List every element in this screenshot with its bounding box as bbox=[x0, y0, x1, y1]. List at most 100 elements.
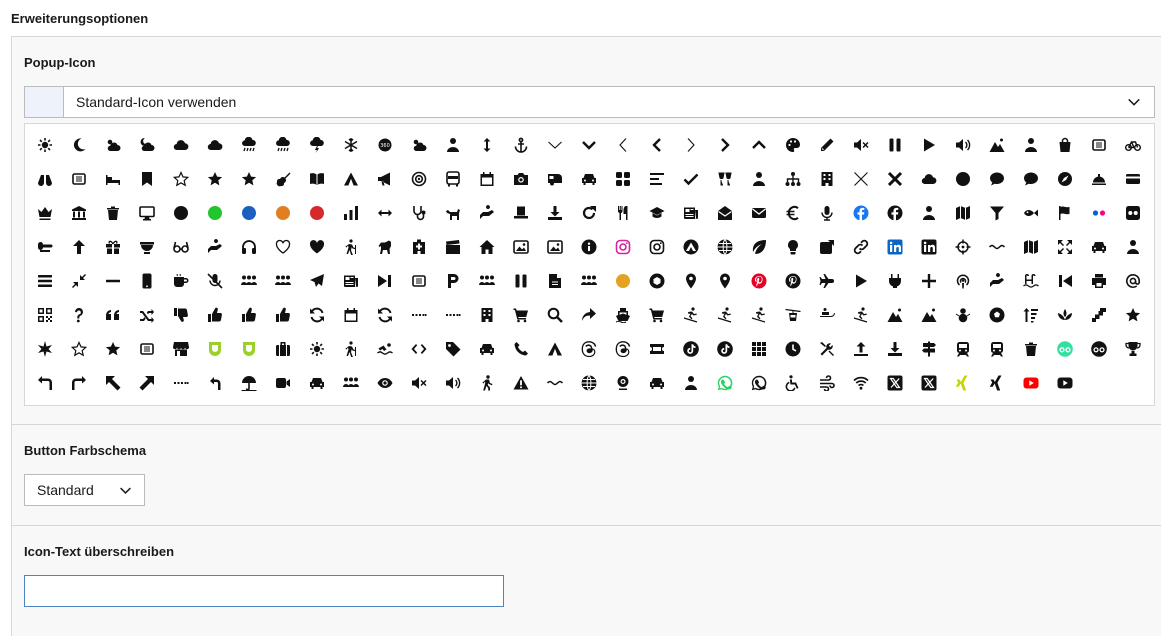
icon-option-stairs[interactable] bbox=[1082, 298, 1116, 332]
icon-option-wheelchair[interactable] bbox=[776, 366, 810, 400]
icon-option-envelope[interactable] bbox=[742, 196, 776, 230]
icon-option-thumbs-up-outline[interactable] bbox=[198, 298, 232, 332]
icon-option-swimmer[interactable] bbox=[368, 332, 402, 366]
icon-option-location-pin[interactable] bbox=[674, 264, 708, 298]
icon-option-snowman[interactable] bbox=[946, 298, 980, 332]
icon-option-qr-code[interactable] bbox=[28, 298, 62, 332]
icon-option-heart-outline[interactable] bbox=[266, 230, 300, 264]
icon-option-newspaper[interactable] bbox=[674, 196, 708, 230]
icon-option-gift[interactable] bbox=[96, 230, 130, 264]
icon-option-mountain-peak[interactable] bbox=[912, 298, 946, 332]
icon-option-arrow-up-left[interactable] bbox=[96, 366, 130, 400]
icon-option-target[interactable] bbox=[402, 162, 436, 196]
icon-option-sled[interactable] bbox=[810, 298, 844, 332]
icon-option-aperture[interactable] bbox=[640, 264, 674, 298]
icon-option-expand[interactable] bbox=[1048, 230, 1082, 264]
icon-option-arrow-up[interactable] bbox=[62, 230, 96, 264]
icon-option-linkedin[interactable] bbox=[912, 230, 946, 264]
icon-option-cloud-sun[interactable] bbox=[198, 128, 232, 162]
icon-option-xing[interactable] bbox=[980, 366, 1014, 400]
icon-option-partly-cloudy-day[interactable] bbox=[96, 128, 130, 162]
icon-option-pencil[interactable] bbox=[810, 128, 844, 162]
icon-option-wind[interactable] bbox=[810, 366, 844, 400]
icon-option-people-group-solid[interactable] bbox=[266, 264, 300, 298]
icon-option-filter[interactable] bbox=[980, 196, 1014, 230]
icon-option-campground[interactable] bbox=[334, 162, 368, 196]
icon-option-star-solid-2[interactable] bbox=[96, 332, 130, 366]
icon-option-camera[interactable] bbox=[504, 162, 538, 196]
icon-option-people-group[interactable] bbox=[232, 264, 266, 298]
icon-option-moon[interactable] bbox=[62, 128, 96, 162]
icon-option-car-side[interactable] bbox=[1082, 230, 1116, 264]
icon-option-shopping-cart-solid[interactable] bbox=[640, 298, 674, 332]
button-color-scheme-select[interactable]: Standard bbox=[24, 474, 145, 506]
icon-option-comments[interactable] bbox=[1014, 162, 1048, 196]
icon-option-shopping-bag[interactable] bbox=[1048, 128, 1082, 162]
icon-option-arrows-left-right[interactable] bbox=[368, 196, 402, 230]
icon-option-bus[interactable] bbox=[436, 162, 470, 196]
icon-option-pool[interactable] bbox=[1014, 264, 1048, 298]
icon-option-crown[interactable] bbox=[28, 196, 62, 230]
icon-option-menu[interactable] bbox=[28, 264, 62, 298]
icon-option-threads[interactable] bbox=[572, 332, 606, 366]
icon-option-warning[interactable] bbox=[504, 366, 538, 400]
icon-option-star-outline-2[interactable] bbox=[62, 332, 96, 366]
icon-option-glasses[interactable] bbox=[164, 230, 198, 264]
icon-option-youtube-color[interactable] bbox=[1014, 366, 1048, 400]
icon-option-tools[interactable] bbox=[810, 332, 844, 366]
icon-option-align-left[interactable] bbox=[640, 162, 674, 196]
icon-option-badge-green-2[interactable] bbox=[232, 332, 266, 366]
icon-option-car-rental[interactable] bbox=[300, 366, 334, 400]
icon-option-volume-mute[interactable] bbox=[844, 128, 878, 162]
icon-option-globe[interactable] bbox=[572, 366, 606, 400]
icon-option-star[interactable] bbox=[198, 162, 232, 196]
icon-option-grid-3x3[interactable] bbox=[742, 332, 776, 366]
icon-option-headphones[interactable] bbox=[232, 230, 266, 264]
icon-option-caravan[interactable] bbox=[538, 162, 572, 196]
icon-option-home[interactable] bbox=[470, 230, 504, 264]
icon-option-flickr[interactable] bbox=[1116, 196, 1150, 230]
icon-option-dot-green[interactable] bbox=[198, 196, 232, 230]
icon-option-tram[interactable] bbox=[980, 332, 1014, 366]
icon-option-snowflake[interactable] bbox=[334, 128, 368, 162]
icon-option-external-link[interactable] bbox=[810, 230, 844, 264]
icon-option-threads-2[interactable] bbox=[606, 332, 640, 366]
icon-option-leaf[interactable] bbox=[742, 230, 776, 264]
icon-option-utensils[interactable] bbox=[606, 196, 640, 230]
icon-option-crosshair[interactable] bbox=[946, 230, 980, 264]
icon-option-printer[interactable] bbox=[1082, 264, 1116, 298]
icon-option-dot-blue[interactable] bbox=[232, 196, 266, 230]
icon-option-thumbs-up-double[interactable] bbox=[232, 298, 266, 332]
icon-option-star-small[interactable] bbox=[1116, 298, 1150, 332]
icon-option-dots-line-2[interactable] bbox=[436, 298, 470, 332]
icon-option-top-hat[interactable] bbox=[504, 196, 538, 230]
icon-option-car-front[interactable] bbox=[640, 366, 674, 400]
icon-option-at-sign[interactable] bbox=[1116, 264, 1150, 298]
icon-option-camping[interactable] bbox=[674, 230, 708, 264]
icon-option-water[interactable] bbox=[538, 366, 572, 400]
icon-option-sun[interactable] bbox=[28, 128, 62, 162]
icon-option-credit-card[interactable] bbox=[1116, 162, 1150, 196]
icon-option-square[interactable] bbox=[130, 332, 164, 366]
icon-option-instagram-color[interactable] bbox=[606, 230, 640, 264]
icon-option-service-bell[interactable] bbox=[1082, 162, 1116, 196]
icon-option-soccer-ball[interactable] bbox=[980, 298, 1014, 332]
icon-option-link[interactable] bbox=[844, 230, 878, 264]
icon-option-pinterest-color[interactable] bbox=[742, 264, 776, 298]
icon-option-chevron-left-thin[interactable] bbox=[606, 128, 640, 162]
icon-option-donation-hand[interactable] bbox=[470, 196, 504, 230]
icon-option-pause-solid[interactable] bbox=[504, 264, 538, 298]
popup-icon-select[interactable]: Standard-Icon verwenden bbox=[24, 86, 1155, 118]
icon-option-pin[interactable] bbox=[708, 264, 742, 298]
icon-option-person[interactable] bbox=[436, 128, 470, 162]
icon-option-gondola[interactable] bbox=[1082, 128, 1116, 162]
icon-option-comment[interactable] bbox=[980, 162, 1014, 196]
icon-option-rain-cloud[interactable] bbox=[232, 128, 266, 162]
icon-option-download[interactable] bbox=[538, 196, 572, 230]
icon-option-recycle[interactable] bbox=[368, 298, 402, 332]
icon-option-bank[interactable] bbox=[62, 196, 96, 230]
icon-option-paper-plane[interactable] bbox=[300, 264, 334, 298]
icon-option-plus[interactable] bbox=[912, 264, 946, 298]
icon-option-xing-color[interactable] bbox=[946, 366, 980, 400]
icon-option-dog[interactable] bbox=[436, 196, 470, 230]
